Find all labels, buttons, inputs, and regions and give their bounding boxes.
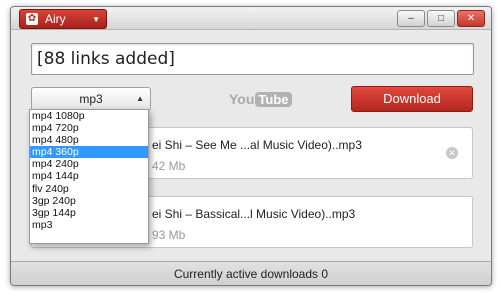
format-option[interactable]: mp4 480p [30, 134, 148, 146]
status-bar: Currently active downloads 0 [11, 261, 491, 285]
chevron-down-icon: ▼ [92, 14, 100, 24]
format-option[interactable]: flv 240p [30, 183, 148, 195]
youtube-logo-you: You [229, 91, 255, 107]
maximize-button[interactable]: □ [427, 10, 455, 27]
download-button[interactable]: Download [351, 86, 473, 112]
download-item-title: ei Shi – Bassical...l Music Video)..mp3 [152, 207, 356, 221]
format-option[interactable]: mp4 144p [30, 170, 148, 182]
format-select[interactable]: mp3 ▲▼ [31, 87, 151, 125]
format-option[interactable]: mp4 1080p [30, 110, 148, 122]
close-button[interactable]: ✕ [457, 10, 485, 27]
youtube-logo-tube: Tube [255, 91, 292, 107]
format-option[interactable]: mp3 [30, 219, 148, 231]
download-item-size: 93 Mb [152, 228, 186, 242]
format-select-value: mp3 [79, 92, 103, 106]
minimize-button[interactable]: ‒ [397, 10, 425, 27]
download-item-title: ei Shi – See Me ...al Music Video)..mp3 [152, 138, 362, 152]
format-option[interactable]: mp4 720p [30, 122, 148, 134]
format-option[interactable]: mp4 240p [30, 158, 148, 170]
title-bar[interactable]: ✿ Airy ▼ ‒ □ ✕ [11, 7, 491, 30]
youtube-logo: You Tube [229, 91, 292, 107]
window-controls: ‒ □ ✕ [397, 10, 485, 27]
format-option[interactable]: 3gp 240p [30, 195, 148, 207]
remove-icon[interactable]: ✕ [446, 147, 458, 159]
app-title: Airy [45, 12, 66, 26]
url-input[interactable]: [88 links added] [31, 43, 474, 75]
download-item-size: 42 Mb [152, 159, 186, 173]
app-menu-button[interactable]: ✿ Airy ▼ [19, 9, 107, 29]
format-option-highlighted[interactable]: mp4 360p [30, 146, 148, 159]
format-dropdown-list[interactable]: mp4 1080p mp4 720p mp4 480p mp4 360p mp4… [29, 109, 149, 244]
format-option[interactable]: 3gp 144p [30, 207, 148, 219]
airy-logo-icon: ✿ [26, 13, 38, 25]
